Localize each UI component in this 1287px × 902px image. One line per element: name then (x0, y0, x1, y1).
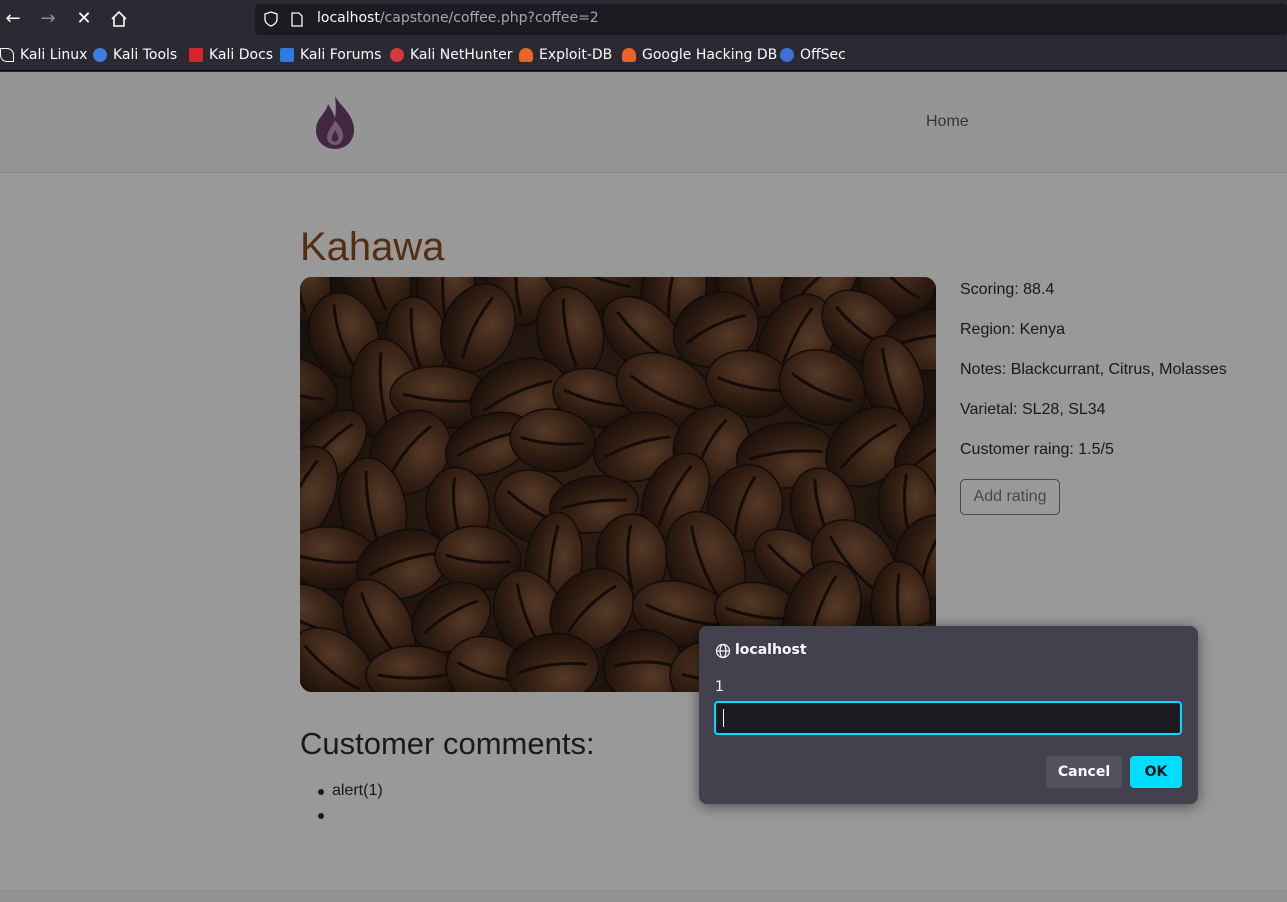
address-bar[interactable]: localhost/capstone/coffee.php?coffee=2 (255, 4, 1287, 35)
bookmark-exploit-db[interactable]: Exploit-DB (519, 46, 612, 64)
url-text[interactable]: localhost/capstone/coffee.php?coffee=2 (317, 10, 599, 26)
bookmark-label: Kali Docs (209, 47, 274, 63)
kali-tools-icon (93, 48, 107, 62)
dialog-origin: localhost (735, 642, 807, 658)
url-path: /capstone/coffee.php?coffee=2 (379, 10, 599, 26)
cancel-button[interactable]: Cancel (1046, 756, 1122, 788)
browser-toolbar: ← → ✕ localhost/capstone/coffee.php?coff… (0, 0, 1287, 38)
globe-icon (715, 643, 731, 659)
bookmark-kali-tools[interactable]: Kali Tools (93, 46, 177, 64)
bookmark-label: Exploit-DB (539, 47, 613, 63)
ghdb-icon (622, 48, 636, 62)
ok-button[interactable]: OK (1130, 756, 1182, 788)
bookmarks-bar: Kali Linux Kali Tools Kali Docs Kali For… (0, 38, 1287, 71)
bookmark-kali-docs[interactable]: Kali Docs (189, 46, 273, 64)
nethunter-icon (390, 48, 404, 62)
kali-dragon-icon (0, 48, 14, 62)
home-icon[interactable] (106, 6, 132, 32)
back-arrow-icon[interactable]: ← (0, 6, 26, 32)
page-info-icon[interactable] (291, 12, 303, 27)
url-host: localhost (317, 10, 380, 26)
bookmark-label: Google Hacking DB (642, 47, 778, 63)
stop-loading-icon[interactable]: ✕ (71, 6, 97, 32)
forward-arrow-icon[interactable]: → (35, 6, 61, 32)
bookmark-label: Kali NetHunter (410, 47, 513, 63)
bookmark-kali-linux[interactable]: Kali Linux (0, 46, 87, 64)
bookmark-label: OffSec (800, 47, 846, 63)
offsec-icon (780, 48, 794, 62)
prompt-dialog: localhost 1 Cancel OK (699, 626, 1198, 804)
bookmark-label: Kali Linux (20, 47, 88, 63)
bookmark-kali-nethunter[interactable]: Kali NetHunter (390, 46, 512, 64)
bookmark-offsec[interactable]: OffSec (780, 46, 846, 64)
tracking-shield-icon[interactable] (264, 11, 278, 27)
kali-forums-icon (280, 48, 294, 62)
bookmark-label: Kali Forums (300, 47, 382, 63)
kali-docs-icon (189, 48, 203, 62)
bookmark-kali-forums[interactable]: Kali Forums (280, 46, 381, 64)
bookmark-label: Kali Tools (113, 47, 178, 63)
text-caret (723, 709, 724, 727)
dialog-message: 1 (715, 679, 724, 695)
exploit-db-icon (519, 48, 533, 62)
bookmark-google-hacking-db[interactable]: Google Hacking DB (622, 46, 777, 64)
prompt-text-input[interactable] (714, 701, 1182, 735)
